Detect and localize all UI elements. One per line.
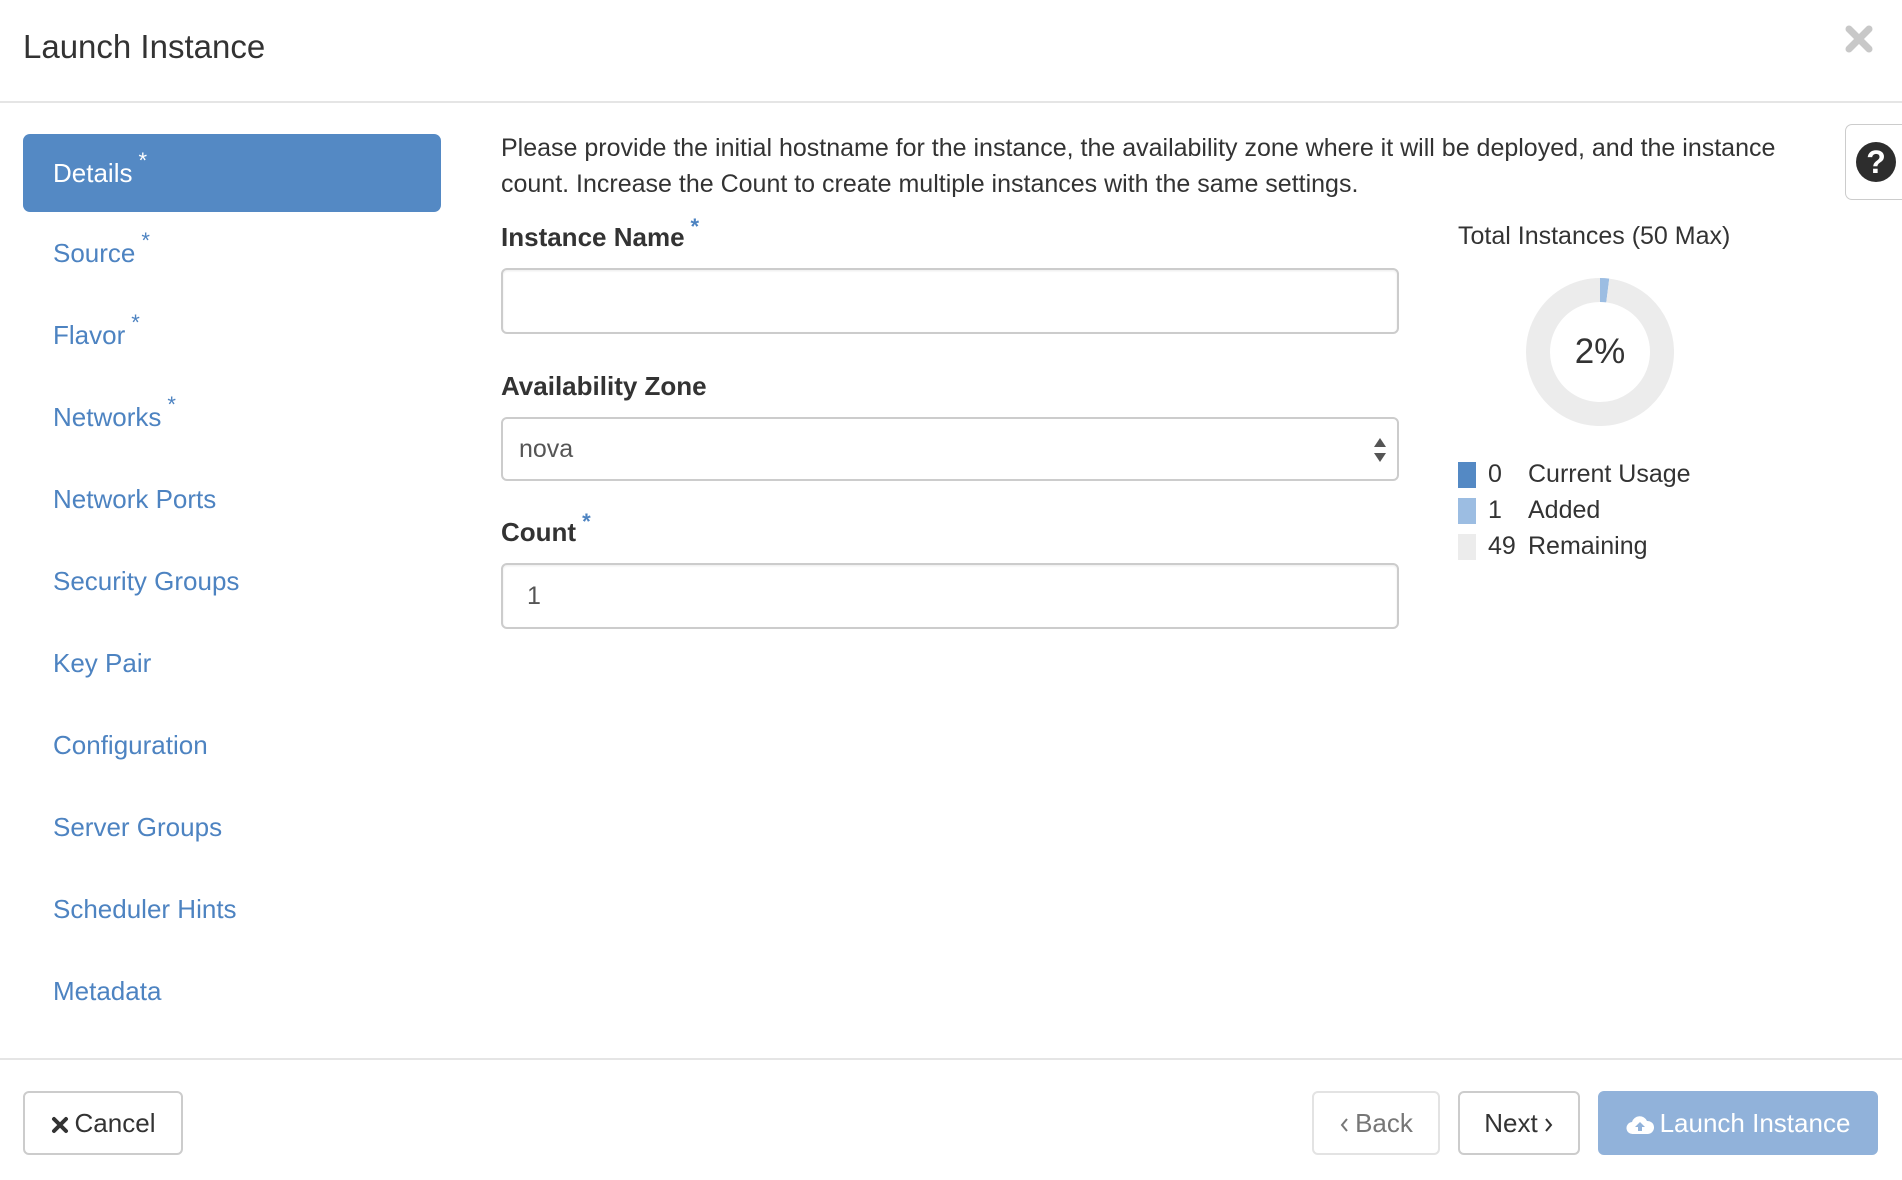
- legend-label: Remaining: [1528, 532, 1648, 560]
- required-marker: *: [582, 509, 591, 534]
- legend-item-remaining: 49 Remaining: [1458, 528, 1691, 564]
- donut-center-label: 2%: [1574, 332, 1626, 371]
- step-description: Please provide the initial hostname for …: [501, 134, 1776, 198]
- chart-legend: 0 Current Usage 1 Added 49 Remaining: [1458, 456, 1691, 564]
- sidebar-item-details[interactable]: Details *: [23, 134, 441, 212]
- help-button[interactable]: ?: [1845, 124, 1902, 200]
- count-label: Count *: [501, 509, 1399, 557]
- sidebar-item-label: Details: [53, 158, 133, 188]
- required-marker: *: [167, 392, 176, 417]
- close-icon[interactable]: [1842, 22, 1876, 56]
- question-circle-icon: ?: [1856, 142, 1896, 182]
- sidebar-item-networks[interactable]: Networks *: [23, 376, 441, 458]
- instances-quota-chart: Total Instances (50 Max) 2% 0 Current Usa…: [1458, 222, 1798, 560]
- legend-item-added: 1 Added: [1458, 492, 1691, 528]
- sidebar-item-server-groups[interactable]: Server Groups: [23, 786, 441, 868]
- chart-title: Total Instances (50 Max): [1458, 222, 1731, 250]
- sidebar-item-metadata[interactable]: Metadata: [23, 950, 441, 1032]
- cloud-upload-icon: [1626, 1116, 1654, 1135]
- sidebar-item-network-ports[interactable]: Network Ports: [23, 458, 441, 540]
- sidebar-item-source[interactable]: Source *: [23, 212, 441, 294]
- sidebar-item-label: Network Ports: [53, 484, 217, 514]
- instance-name-input[interactable]: [501, 268, 1399, 334]
- sidebar-item-label: Key Pair: [53, 648, 152, 678]
- count-label-text: Count: [501, 517, 577, 547]
- legend-value: 1: [1488, 496, 1502, 524]
- launch-instance-button[interactable]: Launch Instance: [1598, 1091, 1878, 1155]
- launch-label: Launch Instance: [1659, 1108, 1851, 1138]
- modal-title: Launch Instance: [23, 28, 266, 65]
- back-label: Back: [1355, 1108, 1413, 1138]
- sidebar-item-label: Flavor: [53, 320, 126, 350]
- wizard-nav: Details * Source * Flavor * Networks * Network P…: [23, 134, 441, 1032]
- sidebar-item-key-pair[interactable]: Key Pair: [23, 622, 441, 704]
- sidebar-item-label: Security Groups: [53, 566, 240, 596]
- legend-value: 49: [1488, 532, 1516, 560]
- select-arrows-icon: [1374, 438, 1386, 462]
- legend-swatch: [1458, 498, 1476, 524]
- cancel-button[interactable]: Cancel: [23, 1091, 183, 1155]
- back-button[interactable]: Back: [1312, 1091, 1440, 1155]
- sidebar-item-label: Configuration: [53, 730, 208, 760]
- sidebar-item-scheduler-hints[interactable]: Scheduler Hints: [23, 868, 441, 950]
- close-icon: [51, 1117, 68, 1134]
- availability-zone-select[interactable]: nova: [501, 417, 1399, 481]
- legend-value: 0: [1488, 460, 1502, 488]
- modal-footer: Cancel Back Next Launch Instance: [0, 1058, 1902, 1180]
- next-label: Next: [1484, 1108, 1538, 1138]
- next-button[interactable]: Next: [1458, 1091, 1580, 1155]
- count-input[interactable]: [501, 563, 1399, 629]
- instance-name-label-text: Instance Name: [501, 222, 685, 252]
- sidebar-item-configuration[interactable]: Configuration: [23, 704, 441, 786]
- availability-zone-label-text: Availability Zone: [501, 371, 707, 401]
- legend-swatch: [1458, 534, 1476, 560]
- legend-swatch: [1458, 462, 1476, 488]
- chevron-right-icon: [1544, 1118, 1553, 1132]
- sidebar-item-flavor[interactable]: Flavor *: [23, 294, 441, 376]
- instance-name-label: Instance Name *: [501, 214, 1399, 262]
- sidebar-item-label: Scheduler Hints: [53, 894, 237, 924]
- sidebar-item-label: Server Groups: [53, 812, 223, 842]
- sidebar-item-label: Networks: [53, 402, 162, 432]
- required-marker: *: [141, 228, 150, 253]
- availability-zone-value: nova: [519, 435, 574, 463]
- cancel-label: Cancel: [74, 1108, 156, 1138]
- availability-zone-label: Availability Zone: [501, 371, 1399, 411]
- chevron-left-icon: [1340, 1118, 1348, 1132]
- sidebar-item-security-groups[interactable]: Security Groups: [23, 540, 441, 622]
- modal-header: Launch Instance: [0, 0, 1902, 103]
- step-description-area: Please provide the initial hostname for …: [501, 130, 1841, 202]
- sidebar-item-label: Source: [53, 238, 136, 268]
- legend-label: Current Usage: [1528, 460, 1691, 488]
- sidebar-item-label: Metadata: [53, 976, 162, 1006]
- required-marker: *: [138, 148, 148, 173]
- required-marker: *: [690, 214, 700, 239]
- details-form: Instance Name * Availability Zone nova Co…: [501, 214, 1399, 629]
- legend-label: Added: [1528, 496, 1601, 524]
- legend-item-current-usage: 0 Current Usage: [1458, 456, 1691, 492]
- required-marker: *: [131, 310, 140, 335]
